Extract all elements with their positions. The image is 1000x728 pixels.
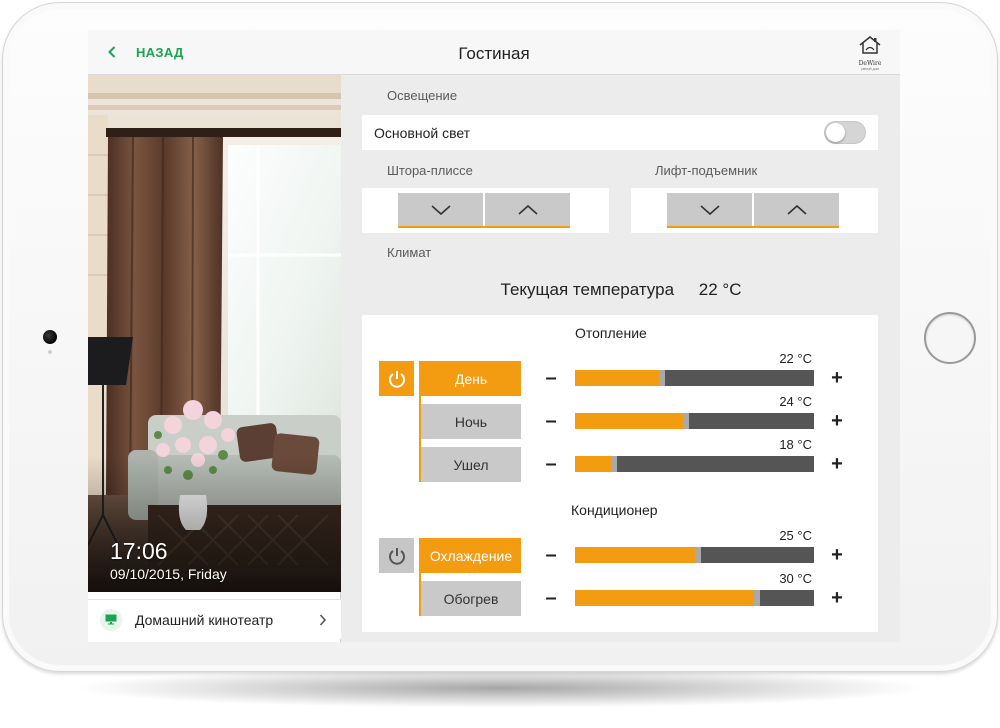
heating-day-plus-button[interactable]: + <box>828 368 846 388</box>
scene-item-home-theater[interactable]: Домашний кинотеатр <box>88 599 341 639</box>
heating-away-slider[interactable] <box>575 456 814 472</box>
page-title: Гостиная <box>458 44 530 63</box>
chevron-up-icon <box>517 204 538 215</box>
brand-logo: DeWire умный дом <box>854 35 886 71</box>
slider-thumb[interactable] <box>611 456 617 472</box>
heating-day-setpoint: 22 °C <box>779 351 812 366</box>
heating-mode-day-button[interactable]: День <box>421 361 521 396</box>
climate-section-label: Климат <box>387 245 432 260</box>
cooling-cool-setpoint: 25 °C <box>779 528 812 543</box>
heating-night-setpoint: 24 °C <box>779 394 812 409</box>
slider-thumb[interactable] <box>754 590 760 606</box>
heating-night-plus-button[interactable]: + <box>828 411 846 431</box>
heating-night-minus-button[interactable]: – <box>542 411 560 431</box>
slider-thumb[interactable] <box>659 370 665 386</box>
tv-icon <box>100 608 122 631</box>
lift-controls <box>667 193 839 228</box>
logo-sub: умный дом <box>861 67 879 71</box>
heating-mode-night-button[interactable]: Ночь <box>421 404 521 439</box>
lighting-section-label: Освещение <box>387 88 458 103</box>
pleated-blind-down-button[interactable] <box>398 193 483 226</box>
power-icon <box>388 370 405 388</box>
cooling-power-button[interactable] <box>379 538 414 573</box>
cooling-cool-plus-button[interactable]: + <box>828 545 846 565</box>
right-panel: Освещение Основной свет Штора-плиссе Лиф… <box>342 75 900 642</box>
lift-down-button[interactable] <box>667 193 752 226</box>
lift-label: Лифт-подъемник <box>655 163 758 178</box>
pleated-blind-controls <box>398 193 570 228</box>
clock-time: 17:06 <box>110 538 168 564</box>
logo-text: DeWire <box>858 60 882 67</box>
cooling-title: Кондиционер <box>571 502 658 518</box>
camera-icon <box>43 330 57 344</box>
room-photo: 17:06 09/10/2015, Friday <box>88 75 341 592</box>
slider-thumb[interactable] <box>695 547 701 563</box>
house-icon <box>859 36 881 54</box>
lift-up-button[interactable] <box>754 193 839 226</box>
app-screen: НАЗАД Гостиная DeWire умный дом 17:06 09… <box>88 30 900 642</box>
heating-away-plus-button[interactable]: + <box>828 454 846 474</box>
tablet-shadow <box>70 668 930 708</box>
power-icon <box>388 547 405 565</box>
slider-thumb[interactable] <box>683 413 689 429</box>
cooling-heat-setpoint: 30 °C <box>779 571 812 586</box>
heating-title: Отопление <box>575 325 647 341</box>
header-bar: НАЗАД Гостиная DeWire умный дом <box>88 30 900 75</box>
current-temperature-value: 22 °C <box>698 280 742 299</box>
clock-date: 09/10/2015, Friday <box>110 566 227 582</box>
cooling-heat-plus-button[interactable]: + <box>828 588 846 608</box>
cooling-cool-slider[interactable] <box>575 547 814 563</box>
slider-fill <box>575 547 695 563</box>
left-panel: 17:06 09/10/2015, Friday Домашний киноте… <box>88 75 341 642</box>
slider-fill <box>575 413 683 429</box>
main-light-toggle[interactable] <box>824 121 866 144</box>
pleated-blind-up-button[interactable] <box>485 193 570 226</box>
cooling-heat-minus-button[interactable]: – <box>542 588 560 608</box>
heating-away-setpoint: 18 °C <box>779 437 812 452</box>
home-button[interactable] <box>924 312 976 364</box>
climate-card: Отопление День 22 °C – + Ночь 24 °C – + … <box>362 315 878 632</box>
sensor-dot <box>48 350 52 354</box>
chevron-down-icon <box>699 204 720 215</box>
slider-fill <box>575 370 659 386</box>
main-light-label: Основной свет <box>374 125 471 141</box>
pleated-blind-label: Штора-плиссе <box>387 163 473 178</box>
cooling-cool-minus-button[interactable]: – <box>542 545 560 565</box>
heating-night-slider[interactable] <box>575 413 814 429</box>
lift-card <box>631 188 878 233</box>
chevron-up-icon <box>786 204 807 215</box>
slider-fill <box>575 590 754 606</box>
heating-day-slider[interactable] <box>575 370 814 386</box>
current-temperature: Текущая температура 22 °C <box>342 280 900 300</box>
toggle-knob <box>826 123 845 142</box>
chevron-right-icon <box>319 613 329 627</box>
heating-mode-away-button[interactable]: Ушел <box>421 447 521 482</box>
chevron-down-icon <box>430 204 451 215</box>
current-temperature-label: Текущая температура <box>500 280 675 299</box>
scene-item-label: Домашний кинотеатр <box>135 611 274 628</box>
slider-fill <box>575 456 611 472</box>
heating-power-button[interactable] <box>379 361 414 396</box>
heating-away-minus-button[interactable]: – <box>542 454 560 474</box>
cooling-mode-heat-button[interactable]: Обогрев <box>421 581 521 616</box>
cooling-mode-cool-button[interactable]: Охлаждение <box>421 538 521 573</box>
main-light-card: Основной свет <box>362 115 878 150</box>
heating-day-minus-button[interactable]: – <box>542 368 560 388</box>
pleated-blind-card <box>362 188 609 233</box>
cooling-heat-slider[interactable] <box>575 590 814 606</box>
